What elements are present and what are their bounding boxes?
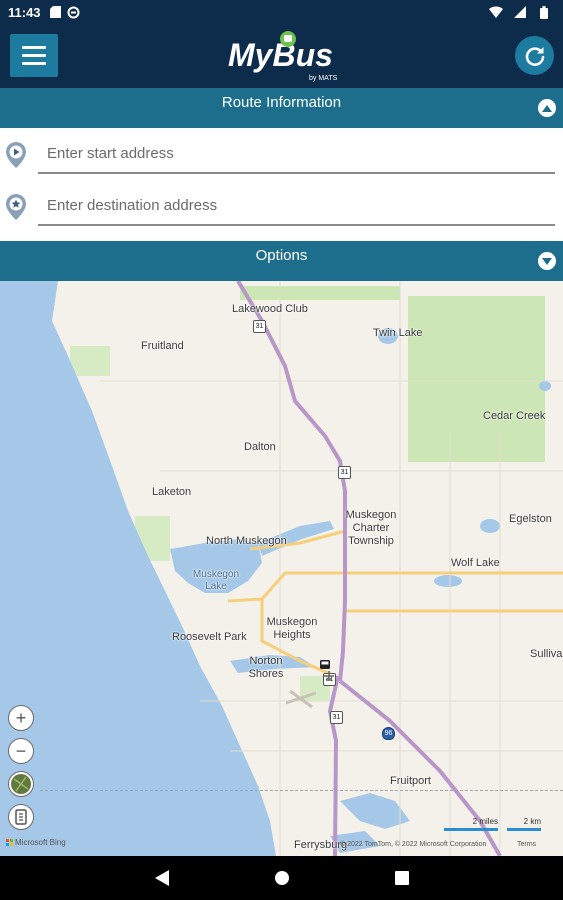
map-place-label: Muskegon Heights — [266, 616, 318, 641]
app-bar: MyBus by MATS — [0, 24, 563, 88]
status-time: 11:43 — [8, 4, 41, 20]
status-right-icons — [489, 5, 555, 19]
zoom-out-icon[interactable]: − — [8, 738, 34, 764]
scale-bar-km: 2 km — [507, 817, 541, 831]
destination-location-icon — [6, 194, 26, 220]
map-place-label: Muskegon Charter Township — [345, 509, 397, 547]
chevron-down-icon[interactable] — [538, 252, 556, 270]
plane-icon — [324, 671, 334, 681]
route-shield: 31 — [338, 466, 351, 479]
map-place-label: Roosevelt Park — [172, 631, 247, 643]
route-information-header[interactable]: Route Information — [0, 88, 563, 128]
layers-icon[interactable] — [8, 804, 34, 830]
start-address-row — [0, 128, 563, 180]
map-place-label: Egelston — [509, 513, 552, 525]
map-place-label: Dalton — [244, 441, 276, 453]
signal-icon — [513, 5, 527, 19]
map-place-label: Laketon — [152, 486, 192, 498]
map-copyright: © 2022 TomTom, © 2022 Microsoft Corporat… — [340, 841, 487, 848]
route-information-title: Route Information — [221, 94, 342, 111]
map-place-label: Fruitland — [141, 340, 184, 352]
airport-icon — [286, 689, 316, 709]
map-place-label: Sulliva — [530, 648, 563, 660]
map-place-label: Twin Lake — [373, 327, 423, 339]
status-bar: 11:43 — [0, 0, 563, 24]
system-nav-bar — [0, 856, 563, 900]
start-address-input[interactable] — [38, 134, 555, 174]
map-place-label: Cedar Creek — [483, 410, 546, 422]
battery-icon — [537, 5, 551, 19]
map-place-label: Fruitport — [390, 775, 431, 787]
chevron-up-icon[interactable] — [538, 99, 556, 117]
logo-main-text: MyBus — [228, 37, 333, 73]
bing-attribution-text: Microsoft Bing — [15, 838, 66, 847]
back-icon[interactable] — [152, 868, 172, 888]
bing-attribution: Microsoft Bing — [6, 838, 66, 847]
start-location-icon — [6, 142, 26, 168]
refresh-icon — [525, 46, 544, 66]
interstate-shield: 96 — [382, 727, 395, 740]
sd-card-icon — [49, 5, 63, 19]
refresh-button[interactable] — [515, 36, 554, 75]
options-title: Options — [255, 247, 308, 264]
options-header[interactable]: Options — [0, 241, 563, 281]
bus-marker-icon[interactable] — [319, 659, 331, 671]
map-view[interactable]: Lakewood Club Twin Lake Fruitland Cedar … — [0, 281, 563, 856]
hamburger-menu-icon[interactable] — [10, 34, 58, 77]
route-panel — [0, 128, 563, 241]
route-shield: 31 — [330, 711, 343, 724]
scale-bar-miles: 2 miles — [444, 817, 498, 831]
microsoft-logo-icon — [6, 839, 13, 846]
home-icon[interactable] — [272, 868, 292, 888]
recents-icon[interactable] — [392, 868, 412, 888]
map-place-label: Norton Shores — [248, 655, 284, 680]
map-boundary-line — [40, 790, 563, 791]
map-place-label: North Muskegon — [206, 535, 287, 547]
map-style-icon[interactable] — [8, 771, 34, 797]
app-screen: 11:43 MyBus by MATS Route Information En… — [0, 0, 563, 900]
sync-icon — [67, 5, 81, 19]
mybus-logo: MyBus by MATS — [226, 30, 348, 82]
map-water-label: Muskegon Lake — [192, 569, 240, 592]
map-terms-link[interactable]: Terms — [517, 841, 536, 848]
destination-address-row — [0, 180, 563, 232]
logo-sub-text: by MATS — [309, 75, 338, 82]
zoom-in-icon[interactable]: + — [8, 705, 34, 731]
destination-address-input[interactable] — [38, 186, 555, 226]
map-place-label: Lakewood Club — [232, 303, 308, 315]
route-shield: 31 — [253, 320, 266, 333]
map-place-label: Wolf Lake — [451, 557, 500, 569]
wifi-icon — [489, 5, 503, 19]
